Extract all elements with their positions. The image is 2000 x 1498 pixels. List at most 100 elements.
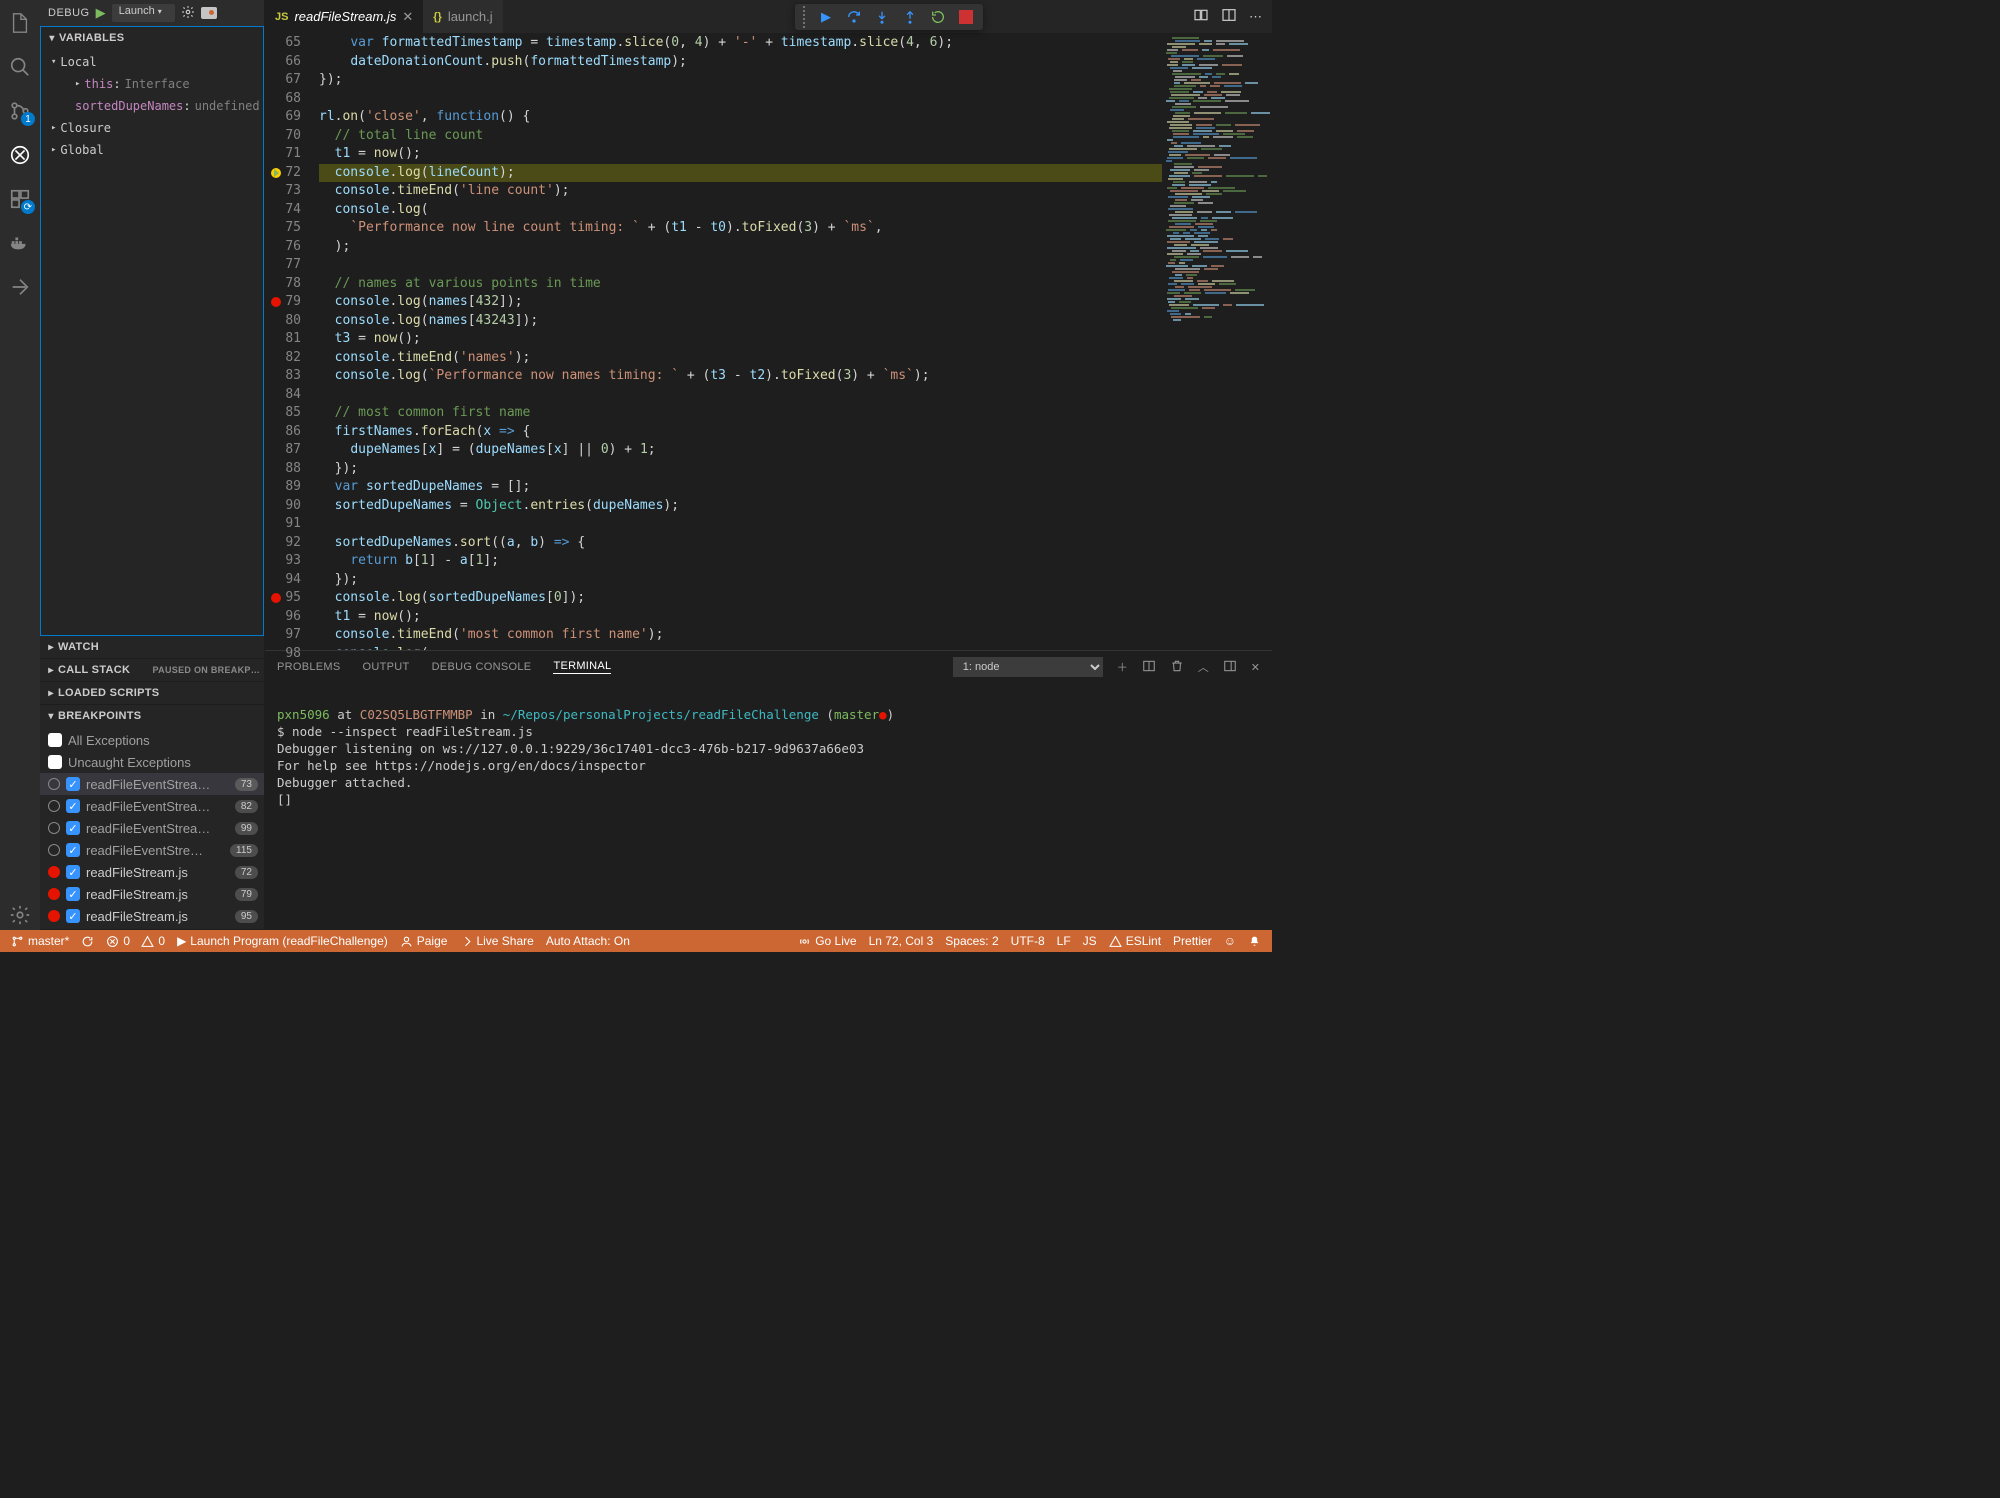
scope-global[interactable]: ▸Global — [41, 139, 263, 161]
restart-icon[interactable] — [925, 4, 951, 30]
debug-icon[interactable] — [5, 140, 35, 170]
terminal-select[interactable]: 1: node — [953, 657, 1103, 677]
debug-sidebar: DEBUG ▶ Launch ▾ ▾VARIABLES ▾Local▸this:… — [40, 0, 265, 930]
scm-icon[interactable]: 1 — [5, 96, 35, 126]
breakpoint-item[interactable]: ✓readFileStream.js72 — [40, 861, 264, 883]
open-launch-json-icon[interactable] — [201, 7, 217, 19]
layout-icon[interactable] — [1223, 659, 1237, 676]
bottom-panel: PROBLEMSOUTPUTDEBUG CONSOLETERMINAL 1: n… — [265, 650, 1272, 930]
cursor-pos[interactable]: Ln 72, Col 3 — [864, 930, 939, 952]
checkbox[interactable]: ✓ — [66, 865, 80, 879]
step-into-icon[interactable] — [869, 4, 895, 30]
terminal-body[interactable]: pxn5096 at C02SQ5LBGTFMMBP in ~/Repos/pe… — [265, 683, 1272, 930]
breakpoint-dot-icon — [48, 778, 60, 790]
breakpoint-dot-icon — [48, 910, 60, 922]
settings-icon[interactable] — [5, 900, 35, 930]
scope-local[interactable]: ▾Local — [41, 51, 263, 73]
start-debug-icon[interactable]: ▶ — [96, 5, 106, 21]
panel-tab-debug-console[interactable]: DEBUG CONSOLE — [432, 661, 532, 673]
checkbox[interactable]: ✓ — [66, 777, 80, 791]
editor-tabs: JSreadFileStream.js✕{}launch.j ⋯ — [265, 0, 1272, 33]
bell-icon[interactable] — [1243, 930, 1266, 952]
errors-status[interactable]: 0 0 — [101, 930, 170, 952]
stop-icon[interactable] — [959, 10, 973, 24]
lang-status[interactable]: JS — [1078, 930, 1102, 952]
var-sortedDupeNames[interactable]: sortedDupeNames: undefined — [41, 95, 263, 117]
liveshare-status[interactable]: Live Share — [454, 930, 538, 952]
breakpoint-item[interactable]: ✓readFileEventStrea…73 — [40, 773, 264, 795]
tab-launch-j[interactable]: {}launch.j — [423, 0, 502, 33]
breakpoint-item[interactable]: ✓readFileEventStre…115 — [40, 839, 264, 861]
golive-status[interactable]: Go Live — [793, 930, 861, 952]
breakpoint-item[interactable]: ✓readFileEventStrea…82 — [40, 795, 264, 817]
scope-closure[interactable]: ▸Closure — [41, 117, 263, 139]
watch-header[interactable]: ▸WATCH — [40, 636, 264, 658]
split-icon[interactable] — [1221, 7, 1237, 26]
variables-section: ▾VARIABLES ▾Local▸this: InterfacesortedD… — [40, 26, 264, 636]
breakpoint-item[interactable]: ✓readFileStream.js95 — [40, 905, 264, 927]
breakpoints-section: ▾BREAKPOINTS All ExceptionsUncaught Exce… — [40, 705, 264, 930]
code-editor[interactable]: var formattedTimestamp = timestamp.slice… — [315, 33, 1162, 650]
trash-icon[interactable] — [1170, 659, 1184, 676]
status-bar: master* 0 0 ▶ Launch Program (readFileCh… — [0, 930, 1272, 952]
line-gutter[interactable]: 6566676869707172737475767778798081828384… — [265, 33, 315, 650]
launch-config-select[interactable]: Launch ▾ — [112, 4, 175, 22]
maximize-icon[interactable]: ︿ — [1198, 659, 1209, 675]
drag-handle-icon[interactable] — [799, 6, 809, 28]
breakpoint-dot-icon — [48, 888, 60, 900]
new-terminal-icon[interactable]: ＋ — [1117, 659, 1128, 675]
breakpoint-item[interactable]: ✓readFileEventStrea…99 — [40, 817, 264, 839]
checkbox[interactable]: ✓ — [66, 909, 80, 923]
extensions-icon[interactable]: ⟳ — [5, 184, 35, 214]
liveshare-icon[interactable] — [5, 272, 35, 302]
gear-icon[interactable] — [181, 5, 195, 22]
panel-tab-output[interactable]: OUTPUT — [363, 661, 410, 673]
breakpoint-dot-icon — [48, 800, 60, 812]
paige-status[interactable]: Paige — [395, 930, 453, 952]
eol-status[interactable]: LF — [1052, 930, 1076, 952]
breakpoint-item[interactable]: ✓readFileStream.js79 — [40, 883, 264, 905]
tab-readFileStream-js[interactable]: JSreadFileStream.js✕ — [265, 0, 423, 33]
breakpoint-item[interactable]: All Exceptions — [40, 729, 264, 751]
autoattach-status[interactable]: Auto Attach: On — [541, 930, 635, 952]
split-terminal-icon[interactable] — [1142, 659, 1156, 676]
feedback-icon[interactable]: ☺ — [1219, 930, 1241, 952]
encoding-status[interactable]: UTF-8 — [1006, 930, 1050, 952]
sync-icon[interactable] — [76, 930, 99, 952]
checkbox[interactable]: ✓ — [66, 843, 80, 857]
breakpoint-item[interactable]: Uncaught Exceptions — [40, 751, 264, 773]
variables-header[interactable]: ▾VARIABLES — [41, 27, 263, 49]
step-out-icon[interactable] — [897, 4, 923, 30]
callstack-header[interactable]: ▸CALL STACKPAUSED ON BREAKP… — [40, 659, 264, 681]
explorer-icon[interactable] — [5, 8, 35, 38]
continue-icon[interactable]: ▶ — [813, 4, 839, 30]
checkbox[interactable]: ✓ — [66, 799, 80, 813]
search-icon[interactable] — [5, 52, 35, 82]
panel-tabs: PROBLEMSOUTPUTDEBUG CONSOLETERMINAL 1: n… — [265, 651, 1272, 683]
close-panel-icon[interactable]: ✕ — [1251, 661, 1260, 674]
loaded-scripts-header[interactable]: ▸LOADED SCRIPTS — [40, 682, 264, 704]
docker-icon[interactable] — [5, 228, 35, 258]
breakpoints-header[interactable]: ▾BREAKPOINTS — [40, 705, 264, 727]
var-this[interactable]: ▸this: Interface — [41, 73, 263, 95]
step-over-icon[interactable] — [841, 4, 867, 30]
panel-tab-terminal[interactable]: TERMINAL — [553, 660, 611, 674]
checkbox[interactable]: ✓ — [66, 887, 80, 901]
breakpoint-dot-icon — [48, 822, 60, 834]
breakpoint-dot-icon — [48, 844, 60, 856]
more-icon[interactable]: ⋯ — [1249, 9, 1262, 25]
activity-bar: 1 ⟳ — [0, 0, 40, 930]
spaces-status[interactable]: Spaces: 2 — [940, 930, 1003, 952]
editor-area: JSreadFileStream.js✕{}launch.j ⋯ ▶ 65666… — [265, 0, 1272, 930]
launch-status[interactable]: ▶ Launch Program (readFileChallenge) — [172, 930, 393, 952]
prettier-status[interactable]: Prettier — [1168, 930, 1217, 952]
eslint-status[interactable]: ESLint — [1104, 930, 1166, 952]
close-icon[interactable]: ✕ — [402, 9, 413, 25]
checkbox[interactable] — [48, 733, 62, 747]
compare-icon[interactable] — [1193, 7, 1209, 26]
minimap[interactable] — [1162, 33, 1272, 650]
debug-label: DEBUG — [48, 7, 90, 19]
checkbox[interactable] — [48, 755, 62, 769]
checkbox[interactable]: ✓ — [66, 821, 80, 835]
git-branch[interactable]: master* — [6, 930, 74, 952]
